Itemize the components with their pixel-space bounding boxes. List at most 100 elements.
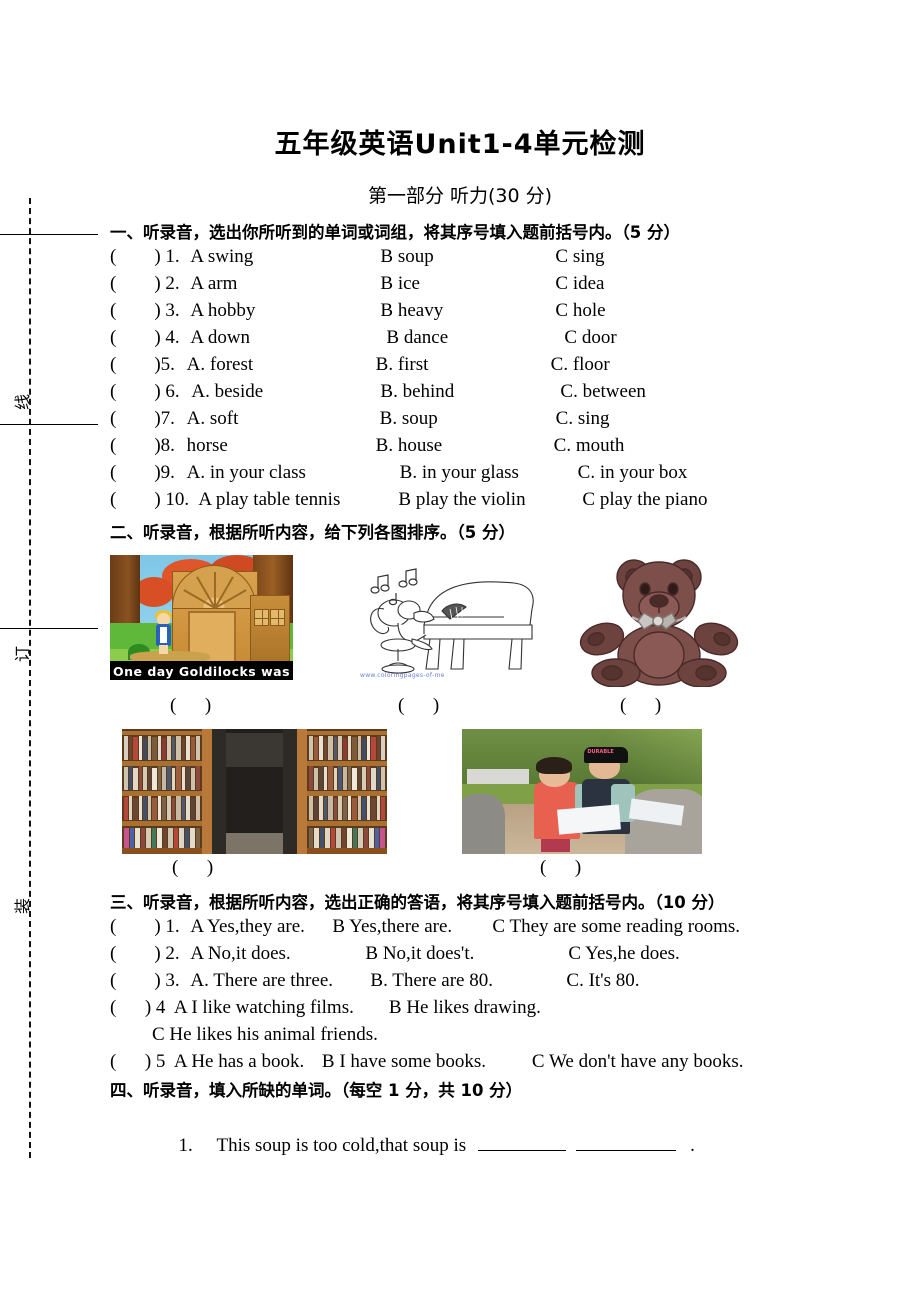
question-row: ( ) 10. A play table tennis B play the vio… — [110, 486, 810, 513]
cap-text: DURABLE — [587, 748, 614, 755]
q-number: 2. — [165, 943, 180, 964]
answer-box[interactable]: ( ) — [620, 695, 661, 717]
question-row: ( ) 1. A Yes,they are. B Yes,there are. C T… — [110, 913, 810, 940]
photo-drawing-paper — [557, 803, 622, 835]
q-option-a: A play table tennis — [198, 489, 341, 510]
cartoon-window — [270, 609, 285, 626]
page-title: 五年级英语Unit1-4单元检测 — [274, 129, 646, 160]
q-option-c: C idea — [555, 273, 605, 294]
section-2-answer-row-1: ( ) ( ) ( ) — [110, 695, 810, 725]
q-number: 6. — [165, 381, 180, 402]
q-number: 1. — [165, 916, 180, 937]
q-number: 2. — [165, 273, 180, 294]
section-1-questions: ( ) 1. A swing B soup C sing ( ) 2. A arm B i… — [110, 243, 810, 513]
q-option-b: B heavy — [380, 300, 444, 321]
question-row: ( ) 3. A. There are three. B. There are 80… — [110, 967, 810, 994]
library-svg — [122, 729, 387, 854]
q-option-c: C. mouth — [553, 435, 625, 456]
q-paren: ( ) — [110, 943, 166, 964]
q-paren: ( ) — [110, 354, 161, 375]
q-number: 5 — [155, 1051, 166, 1072]
photo-child-right-cap: DURABLE — [584, 746, 628, 763]
q-number: 8. — [160, 435, 175, 456]
question-row-continued: C He likes his animal friends. — [110, 1021, 810, 1048]
q-option-a: A. beside — [191, 381, 264, 402]
section-3-questions: ( ) 1. A Yes,they are. B Yes,there are. C T… — [110, 913, 810, 1075]
q-option-c: C. in your box — [577, 462, 688, 483]
image-teddy-bear — [572, 555, 744, 687]
q-option-a: A arm — [190, 273, 238, 294]
q-option-a: A Yes,they are. — [190, 916, 305, 937]
answer-box[interactable]: ( ) — [172, 857, 213, 879]
q-paren: ( ) — [110, 408, 161, 429]
question-row: ( )5. A. forest B. first C. floor — [110, 351, 810, 378]
q-option-b: B. in your glass — [399, 462, 519, 483]
q-option-b: B He likes drawing. — [388, 997, 541, 1018]
q-option-b: B play the violin — [398, 489, 526, 510]
q-option-c: C Yes,he does. — [568, 943, 680, 964]
q-option-c: C hole — [555, 300, 606, 321]
piano-lineart-svg — [370, 568, 534, 674]
q-paren: ( ) — [110, 273, 166, 294]
q-paren: ( ) — [110, 327, 166, 348]
question-row: ( ) 1. A swing B soup C sing — [110, 243, 810, 270]
q-option-c: C. between — [560, 381, 646, 402]
item-text-before: This soup is too cold,that soup is — [216, 1135, 467, 1156]
q-paren: ( ) — [110, 970, 166, 991]
answer-blank-2[interactable] — [576, 1136, 677, 1151]
content-column: 五年级英语Unit1-4单元检测 第一部分 听力(30 分) 一、听录音，选出你… — [110, 0, 810, 1186]
photo-rock-left — [462, 794, 506, 854]
q-option-a: A down — [190, 327, 251, 348]
q-number: 1. — [165, 246, 180, 267]
q-option-b: B No,it does't. — [365, 943, 475, 964]
q-number: 3. — [165, 300, 180, 321]
binding-char-zhuang: 装 — [13, 898, 32, 915]
piano-watermark: www.coloringpages-of-me — [360, 672, 445, 679]
answer-blank-1[interactable] — [478, 1136, 567, 1151]
image-goldilocks-cartoon: One day Goldilocks was — [110, 555, 293, 680]
item-number: 1. — [178, 1135, 193, 1156]
q-number: 4. — [165, 327, 180, 348]
question-row: ( )8. horse B. house C. mouth — [110, 432, 810, 459]
q-option-b: B. soup — [379, 408, 438, 429]
binding-margin: 线 订 装 — [0, 198, 98, 1158]
q-option-c: C door — [564, 327, 617, 348]
q-option-a: A. There are three. — [190, 970, 333, 991]
q-option-b: B. first — [375, 354, 429, 375]
section-1-heading: 一、听录音，选出你所听到的单词或词组，将其序号填入题前括号内。（5 分） — [110, 223, 680, 242]
q-option-a: A hobby — [190, 300, 256, 321]
q-number: 9. — [160, 462, 175, 483]
q-paren: ( ) — [110, 916, 166, 937]
section-3-heading: 三、听录音，根据所听内容，选出正确的答语，将其序号填入题前括号内。（10 分） — [110, 893, 725, 912]
q-option-c: C They are some reading rooms. — [492, 916, 741, 937]
question-row: ( ) 3. A hobby B heavy C hole — [110, 297, 810, 324]
q-option-a: A He has a book. — [173, 1051, 305, 1072]
section-2-image-row-1: One day Goldilocks was www.coloringpages… — [110, 555, 810, 695]
q-option-b: B ice — [380, 273, 420, 294]
answer-box[interactable]: ( ) — [170, 695, 211, 717]
image-children-drawing-outdoors: DURABLE — [462, 729, 702, 854]
q-option-a: A swing — [190, 246, 254, 267]
answer-box[interactable]: ( ) — [540, 857, 581, 879]
q-paren: ( ) — [110, 246, 166, 267]
question-row: ( ) 4. A down B dance C door — [110, 324, 810, 351]
q-option-b: B Yes,there are. — [332, 916, 453, 937]
binding-dashed-line — [29, 198, 31, 1158]
cartoon-window — [254, 609, 269, 626]
section-4-heading: 四、听录音，填入所缺的单词。（每空 1 分，共 10 分） — [110, 1081, 523, 1100]
q-option-b: B. house — [375, 435, 443, 456]
q-option-a: A. in your class — [186, 462, 306, 483]
fill-in-blank-row: 1. This soup is too cold,that soup is. — [110, 1105, 810, 1186]
q-paren: ( ) — [110, 997, 156, 1018]
q-option-a: A No,it does. — [190, 943, 291, 964]
section-2-answer-row-2: ( ) ( ) — [110, 857, 810, 887]
answer-box[interactable]: ( ) — [398, 695, 439, 717]
question-row: ( ) 2. A No,it does. B No,it does't. C Yes,… — [110, 940, 810, 967]
question-row: ( ) 5 A He has a book. B I have some books… — [110, 1048, 810, 1075]
section-2-image-row-2: DURABLE — [110, 729, 810, 857]
teddy-bear-svg — [579, 559, 739, 687]
cartoon-girl-legs — [159, 645, 168, 654]
cartoon-house-annex — [250, 595, 290, 665]
q-option-b: B soup — [380, 246, 434, 267]
binding-char-ding: 订 — [13, 646, 32, 663]
